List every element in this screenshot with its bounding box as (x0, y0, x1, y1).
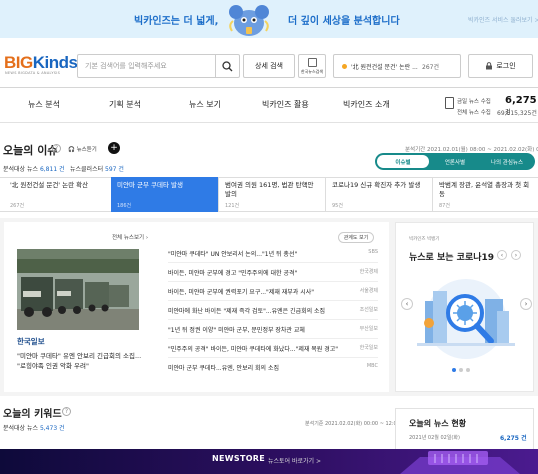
row-divider (168, 300, 378, 301)
total-news-label: 전체 뉴스 수집 (457, 110, 491, 116)
search-icon (222, 60, 233, 71)
english-news-button[interactable]: 한국뉴스검색 (298, 54, 326, 78)
search-placeholder: 기본 검색어를 입력해주세요 (85, 62, 167, 70)
issue-card[interactable]: 범여권 의원 161명, 법관 탄핵안 발의 121건 (218, 177, 325, 212)
keywords-analysis-info: 분석대상 뉴스 5,473 건 (3, 425, 65, 432)
chevron-right-icon: › (145, 235, 149, 241)
covid-prev-arrow-icon[interactable]: ‹ (401, 298, 413, 310)
carousel-dot[interactable] (459, 368, 463, 372)
lock-icon (486, 62, 493, 70)
clusters-info: 뉴스클러스터 597 건 (70, 166, 124, 173)
nav-news-analysis[interactable]: 뉴스 분석 (28, 99, 60, 110)
covid-next-arrow-icon[interactable]: › (520, 298, 532, 310)
carousel-dots (452, 368, 470, 372)
mascot-icon (229, 5, 269, 36)
headline-row[interactable]: "1년 뒤 정권 이양" 미얀마 군부, 문민정부 장차관 교체 부산일보 (168, 325, 378, 335)
issue-card[interactable]: 코로나19 신규 확진자 추가 발생 95건 (325, 177, 432, 212)
issues-title: 오늘의 이슈 (3, 144, 58, 157)
document-icon (308, 58, 317, 67)
row-divider (168, 319, 378, 320)
status-title: 오늘의 뉴스 현황 (409, 419, 467, 428)
military-trucks-image (17, 249, 139, 330)
headphones-icon: 🎧 (68, 147, 77, 153)
login-button[interactable]: 로그인 (468, 54, 533, 78)
nav-bigkinds-use[interactable]: 빅카인즈 활용 (262, 99, 309, 110)
nav-planned-analysis[interactable]: 기획 분석 (109, 99, 141, 110)
nav-news-view[interactable]: 뉴스 보기 (189, 99, 221, 110)
headline-row[interactable]: 바이든, 미얀마 군부에 권력포기 요구..."제재 재부과 시사" 서울경제 (168, 287, 378, 297)
news-count-icon (445, 97, 454, 109)
carousel-dot[interactable] (452, 368, 456, 372)
advanced-search-button[interactable]: 상세 검색 (243, 54, 295, 78)
keywords-title: 오늘의 키워드 (3, 409, 62, 420)
logo-subtitle: NEWS BIGDATA & ANALYSIS (5, 71, 61, 75)
help-icon[interactable]: ? (52, 144, 61, 153)
carousel-dot[interactable] (466, 368, 470, 372)
hot-issue-text: '北 원전건설 문건' 논란 ... (351, 64, 418, 71)
news-photo[interactable] (17, 249, 139, 330)
play-icon[interactable]: + (108, 142, 120, 154)
today-news-label: 금일 뉴스 수집 (457, 99, 491, 105)
keywords-date: 분석기준 2021.02.02(화) 00:00 ~ 12:00 (305, 421, 400, 427)
all-news-link[interactable]: 전체 뉴스보기 › (112, 233, 148, 241)
banner-link[interactable]: 빅카인즈 서비스 둘러보기 > (468, 15, 538, 24)
headline-row[interactable]: "민주주의 공격" 바이든, 미얀마 쿠데타에 화났다..."제재 복원 경고"… (168, 344, 378, 354)
english-news-label: 한국뉴스검색 (300, 69, 324, 74)
hot-issue-ticker[interactable]: '北 원전건설 문건' 논란 ... 267건 (333, 54, 461, 78)
issue-dot-icon (342, 64, 347, 69)
headline-row[interactable]: 바이든, 미얀마 군부에 경고 "민주주의에 대한 공격" 한국경제 (168, 268, 378, 278)
logo[interactable]: BIGKinds (4, 53, 78, 73)
row-divider (168, 262, 378, 263)
next-arrow-icon[interactable]: › (511, 250, 521, 260)
nav-bigkinds-intro[interactable]: 빅카인즈 소개 (343, 99, 390, 110)
tab-by-issue[interactable]: 이슈별 (377, 155, 429, 168)
headline-row[interactable]: 미얀마에 화난 바이든 "제재 즉각 검토"...유엔은 긴급회의 소집 조선일보 (168, 306, 378, 316)
covid-title: 뉴스로 보는 코로나19 (409, 253, 495, 263)
main-headline[interactable]: "미얀마 쿠데타" 유엔 안보리 긴급회의 소집... "로힝야족 인권 악화 … (17, 351, 152, 371)
issue-card[interactable]: 박범계 장관, 윤석열 총장과 첫 회동 87건 (432, 177, 538, 212)
logo-big: BIG (4, 53, 33, 72)
covid-panel[interactable]: 빅카인즈 빅뱅기 뉴스로 보는 코로나19 ‹ › (395, 222, 534, 392)
prev-arrow-icon[interactable]: ‹ (497, 250, 507, 260)
nav-divider (0, 87, 538, 88)
tab-by-press[interactable]: 언론사별 (429, 155, 481, 168)
issue-card-selected[interactable]: 미얀마 군부 쿠데타 발생 186건 (111, 177, 218, 212)
analysis-news-info: 분석대상 뉴스 6,811 건 (3, 166, 65, 173)
search-button[interactable] (215, 55, 239, 77)
headline-row[interactable]: 미얀마 군부 쿠데타...유엔, 안보리 회의 소집 MBC (168, 363, 378, 373)
headline-row[interactable]: "미얀마 쿠데타" UN 안보리서 논의..."1년 뒤 총선" SBS (168, 249, 378, 259)
logo-kinds: Kinds (32, 53, 78, 72)
login-label: 로그인 (496, 62, 516, 70)
relation-map-button[interactable]: 관계도 보기 (338, 232, 374, 243)
source-logo: 한국일보 (17, 337, 45, 346)
banner-deco-icon (400, 451, 520, 474)
total-news-count: 69,615,325건 (497, 110, 537, 117)
row-divider (168, 357, 378, 358)
row-divider (168, 338, 378, 339)
virus-magnifier-illustration (417, 279, 515, 359)
newstore-link[interactable]: 뉴스토어 바로가기 > (268, 456, 321, 465)
nav-bottom-divider (0, 122, 538, 123)
listen-news-button[interactable]: 🎧 뉴스듣기 (68, 145, 97, 153)
status-count: 6,275 건 (500, 435, 527, 442)
issue-tabs: 이슈별 언론사별 나의 관심뉴스 (375, 153, 535, 170)
covid-subtitle: 빅카인즈 빅뱅기 (409, 237, 440, 242)
newstore-logo: NEWSTORE (212, 454, 266, 463)
issue-card[interactable]: '北 원전건설 문건' 논란 확산 267건 (4, 177, 111, 212)
hot-issue-count: 267건 (422, 64, 439, 71)
status-date: 2021년 02월 02일(화) (409, 435, 460, 441)
keywords-help-icon[interactable]: ? (62, 407, 71, 416)
analysis-date-range: 분석기간 2021.02.01(월) 08:00 ~ 2021.02.02(화)… (405, 147, 538, 153)
banner-text-left: 빅카인즈는 더 넓게, (134, 16, 219, 27)
search-input[interactable]: 기본 검색어를 입력해주세요 (77, 54, 240, 78)
banner-text-right: 더 깊이 세상을 분석합니다 (288, 16, 400, 27)
row-divider (168, 281, 378, 282)
tab-my-news[interactable]: 나의 관심뉴스 (481, 155, 533, 168)
